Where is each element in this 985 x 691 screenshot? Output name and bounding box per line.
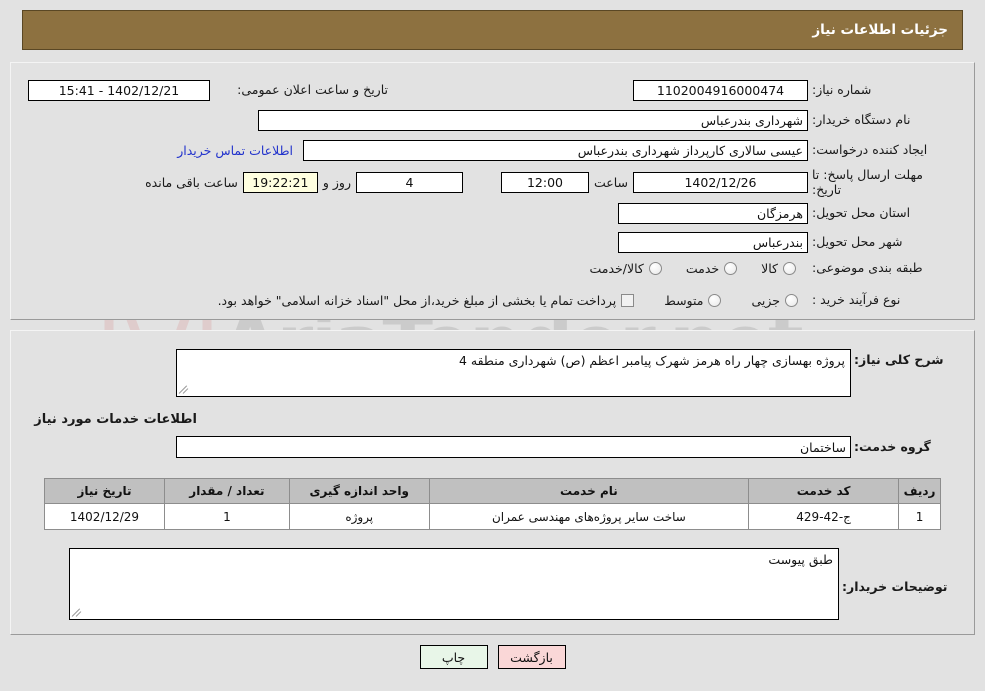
deadline-time-label: ساعت bbox=[593, 175, 628, 191]
announcement-label: تاریخ و ساعت اعلان عمومی: bbox=[237, 82, 388, 98]
subject-classification-row: طبقه بندی موضوعی: کالا خدمت کالا/خدمت bbox=[589, 260, 952, 276]
page-title: جزئیات اطلاعات نیاز bbox=[812, 22, 948, 38]
buyer-contact-link[interactable]: اطلاعات تماس خریدار bbox=[177, 143, 293, 158]
buyer-notes-label: توضیحات خریدار: bbox=[842, 579, 948, 594]
print-button[interactable]: چاپ bbox=[419, 645, 488, 669]
services-section-heading-row: اطلاعات خدمات مورد نیاز bbox=[34, 412, 197, 427]
radio-option-medium[interactable]: متوسط bbox=[664, 293, 722, 308]
deadline-time-value: 12:00 bbox=[500, 172, 589, 194]
radio-medium-icon[interactable] bbox=[708, 294, 722, 307]
days-separator-label: روز و bbox=[322, 175, 351, 191]
radio-goods-icon[interactable] bbox=[783, 262, 796, 275]
radio-minor-label: جزیی bbox=[751, 293, 780, 308]
cell-service-name: ساخت سایر پروژه‌های مهندسی عمران bbox=[428, 503, 750, 530]
col-header-unit: واحد اندازه گیری bbox=[288, 478, 430, 504]
purchase-process-row: نوع فرآیند خرید : جزیی متوسط پرداخت تمام… bbox=[218, 292, 952, 308]
buyer-notes-value: طبق پیوست bbox=[768, 552, 833, 567]
service-group-row: گروه خدمت: ساختمان bbox=[176, 436, 952, 458]
radio-goods-service-label: کالا/خدمت bbox=[589, 261, 644, 276]
radio-service-label: خدمت bbox=[685, 261, 720, 276]
service-group-label: گروه خدمت: bbox=[854, 438, 931, 454]
col-header-row-no: ردیف bbox=[898, 478, 941, 504]
treasury-bond-option[interactable]: پرداخت تمام یا بخشی از مبلغ خرید،از محل … bbox=[218, 293, 635, 308]
radio-option-goods-service[interactable]: کالا/خدمت bbox=[589, 261, 662, 276]
buyer-org-row: نام دستگاه خریدار: شهرداری بندرعباس bbox=[258, 110, 952, 131]
delivery-province-label: استان محل تحویل: bbox=[812, 205, 911, 221]
response-deadline-label: مهلت ارسال پاسخ: تا تاریخ: bbox=[812, 167, 923, 197]
back-button[interactable]: بازگشت bbox=[497, 645, 566, 669]
announcement-value: 15:41 - 1402/12/21 bbox=[28, 80, 210, 101]
radio-option-minor[interactable]: جزیی bbox=[751, 293, 798, 308]
cell-row-no: 1 bbox=[898, 503, 941, 530]
page-root: جزئیات اطلاعات نیاز شماره نیاز: 11020049… bbox=[0, 0, 985, 691]
buyer-org-label: نام دستگاه خریدار: bbox=[812, 112, 911, 128]
radio-option-goods[interactable]: کالا bbox=[761, 261, 796, 276]
col-header-service-code: کد خدمت bbox=[748, 478, 900, 504]
delivery-city-label: شهر محل تحویل: bbox=[812, 234, 903, 250]
subject-classification-label: طبقه بندی موضوعی: bbox=[812, 260, 923, 276]
radio-goods-label: کالا bbox=[761, 261, 778, 276]
col-header-need-date: تاریخ نیاز bbox=[44, 478, 165, 504]
treasury-bond-checkbox[interactable] bbox=[621, 294, 635, 307]
general-description-label: شرح کلی نیاز: bbox=[854, 352, 944, 367]
response-deadline-row: مهلت ارسال پاسخ: تا تاریخ: 1402/12/26 سا… bbox=[140, 167, 952, 198]
countdown-clock-value: 19:22:21 bbox=[242, 172, 318, 194]
buyer-notes-textarea[interactable]: طبق پیوست bbox=[69, 548, 839, 620]
resize-grip-icon[interactable] bbox=[72, 606, 84, 618]
delivery-province-row: استان محل تحویل: هرمزگان bbox=[618, 203, 952, 224]
delivery-city-value: بندرعباس bbox=[618, 232, 808, 253]
deadline-date-value: 1402/12/26 bbox=[633, 172, 808, 194]
services-section-title: اطلاعات خدمات مورد نیاز bbox=[34, 412, 197, 427]
need-number-row: شماره نیاز: 1102004916000474 bbox=[633, 80, 952, 101]
radio-medium-label: متوسط bbox=[664, 293, 704, 308]
cell-quantity: 1 bbox=[163, 503, 290, 530]
general-description-row: شرح کلی نیاز: پروژه بهسازی چهار راه هرمز… bbox=[176, 349, 952, 397]
radio-service-icon[interactable] bbox=[724, 262, 738, 275]
request-creator-value: عیسی سالاری کارپرداز شهرداری بندرعباس bbox=[303, 140, 808, 161]
radio-minor-icon[interactable] bbox=[785, 294, 798, 307]
cell-need-date: 1402/12/29 bbox=[44, 503, 165, 530]
need-number-label: شماره نیاز: bbox=[812, 82, 872, 98]
request-creator-row: ایجاد کننده درخواست: عیسی سالاری کارپردا… bbox=[177, 140, 952, 161]
service-items-table: ردیف کد خدمت نام خدمت واحد اندازه گیری ت… bbox=[44, 478, 941, 530]
general-description-value: پروژه بهسازی چهار راه هرمز شهرک پیامبر ا… bbox=[458, 353, 845, 368]
service-group-value: ساختمان bbox=[176, 436, 851, 458]
cell-service-code: ج-42-429 bbox=[748, 503, 900, 530]
request-creator-label: ایجاد کننده درخواست: bbox=[812, 142, 928, 158]
col-header-service-name: نام خدمت bbox=[428, 478, 750, 504]
table-header-row: ردیف کد خدمت نام خدمت واحد اندازه گیری ت… bbox=[44, 478, 941, 504]
cell-unit: پروژه bbox=[288, 503, 430, 530]
delivery-city-row: شهر محل تحویل: بندرعباس bbox=[618, 232, 952, 253]
radio-goods-service-icon[interactable] bbox=[648, 262, 662, 275]
need-number-value: 1102004916000474 bbox=[633, 80, 808, 101]
page-title-bar: جزئیات اطلاعات نیاز bbox=[22, 10, 963, 50]
remaining-suffix-label: ساعت باقی مانده bbox=[145, 175, 238, 191]
buyer-org-value: شهرداری بندرعباس bbox=[258, 110, 808, 131]
buyer-notes-row: توضیحات خریدار: طبق پیوست bbox=[69, 548, 952, 620]
resize-grip-icon[interactable] bbox=[179, 383, 191, 395]
col-header-quantity: تعداد / مقدار bbox=[163, 478, 290, 504]
treasury-bond-label: پرداخت تمام یا بخشی از مبلغ خرید،از محل … bbox=[217, 293, 617, 308]
radio-option-service[interactable]: خدمت bbox=[685, 261, 738, 276]
announcement-row: تاریخ و ساعت اعلان عمومی: 15:41 - 1402/1… bbox=[28, 80, 388, 101]
footer-actions: بازگشت چاپ bbox=[0, 645, 985, 669]
purchase-process-label: نوع فرآیند خرید : bbox=[812, 292, 901, 308]
general-description-textarea[interactable]: پروژه بهسازی چهار راه هرمز شهرک پیامبر ا… bbox=[176, 349, 851, 397]
delivery-province-value: هرمزگان bbox=[618, 203, 808, 224]
days-remaining-value: 4 bbox=[355, 172, 463, 194]
table-row: 1 ج-42-429 ساخت سایر پروژه‌های مهندسی عم… bbox=[44, 503, 941, 530]
